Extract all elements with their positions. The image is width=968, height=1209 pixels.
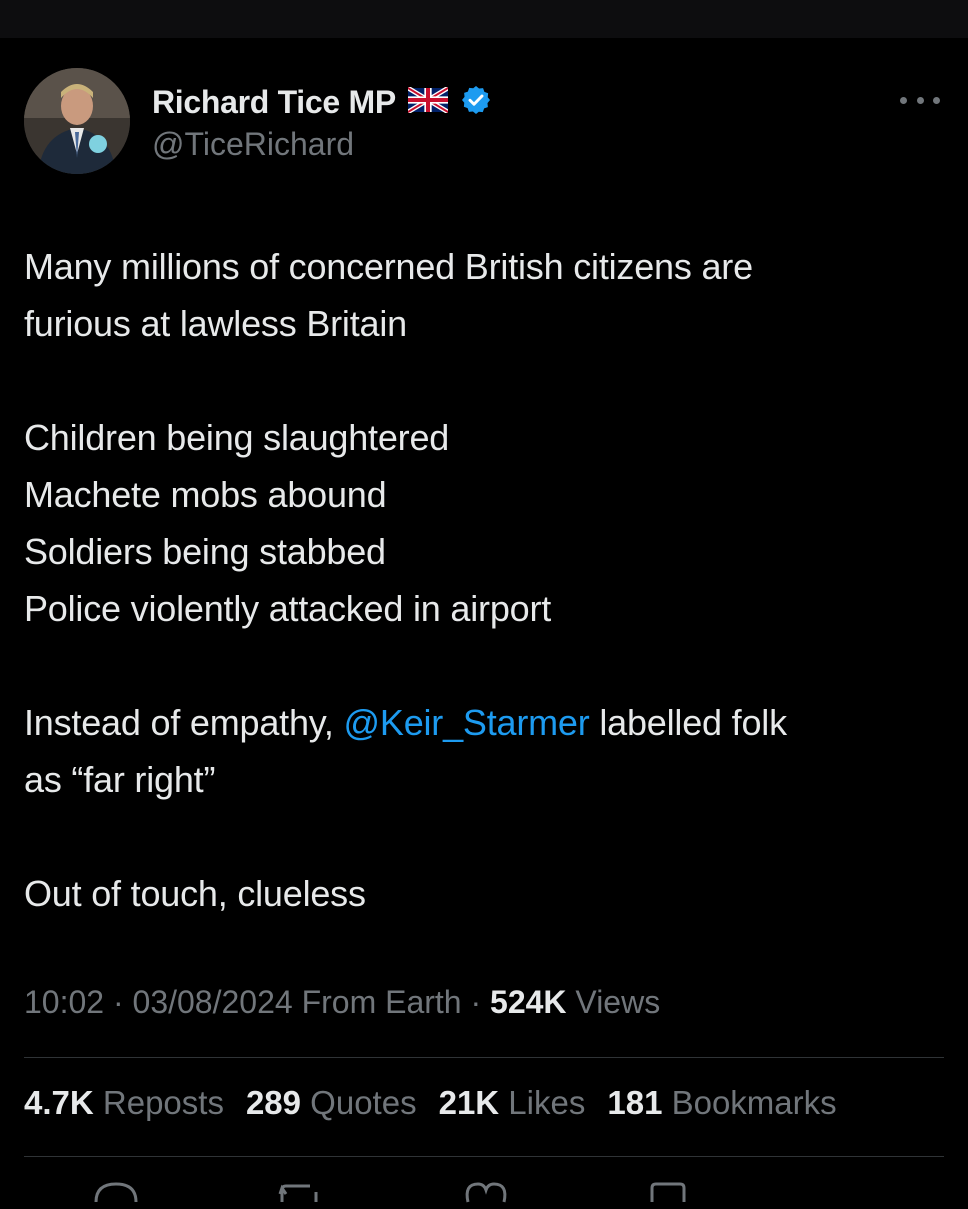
bookmark-icon[interactable] — [644, 1180, 692, 1209]
author-name[interactable]: Richard Tice MP — [152, 84, 396, 121]
tweet-date[interactable]: 03/08/2024 — [133, 984, 293, 1020]
engagement-stats: 4.7K Reposts 289 Quotes 21K Likes 181 Bo… — [24, 1084, 837, 1122]
tweet-time[interactable]: 10:02 — [24, 984, 104, 1020]
tweet-text-line: Police violently attacked in airport — [24, 588, 552, 629]
action-bar — [0, 1172, 968, 1203]
likes-count: 21K — [438, 1084, 500, 1121]
tweet-body: Many millions of concerned British citiz… — [24, 238, 944, 922]
reposts-stat[interactable]: 4.7K Reposts — [24, 1084, 224, 1122]
tweet-text-line: furious at lawless Britain — [24, 303, 407, 344]
author-handle[interactable]: @TiceRichard — [152, 126, 354, 163]
mention-link[interactable]: @Keir_Starmer — [344, 702, 590, 743]
quotes-stat[interactable]: 289 Quotes — [246, 1084, 417, 1122]
reposts-label: Reposts — [93, 1084, 224, 1121]
bookmarks-count: 181 — [607, 1084, 663, 1121]
avatar[interactable] — [24, 68, 130, 174]
quotes-count: 289 — [245, 1084, 302, 1121]
avatar-photo-icon — [24, 68, 130, 174]
separator: · — [104, 984, 133, 1020]
tweet-text-line: Many millions of concerned British citiz… — [24, 246, 753, 287]
likes-stat[interactable]: 21K Likes — [439, 1084, 586, 1122]
bookmarks-label: Bookmarks — [662, 1084, 837, 1121]
tweet-source: From Earth — [292, 984, 462, 1020]
divider — [24, 1057, 944, 1058]
text-segment: Instead of empathy, — [24, 702, 344, 743]
tweet-text-line: as “far right” — [24, 759, 216, 800]
divider — [24, 1156, 944, 1157]
quotes-label: Quotes — [301, 1084, 417, 1121]
likes-label: Likes — [499, 1084, 586, 1121]
paragraph: Many millions of concerned British citiz… — [24, 238, 944, 352]
uk-flag-icon — [406, 85, 450, 118]
tweet-text-line: Out of touch, clueless — [24, 873, 366, 914]
more-options-icon[interactable] — [900, 90, 940, 110]
separator: · — [461, 984, 491, 1020]
reposts-count: 4.7K — [24, 1084, 94, 1121]
reply-icon[interactable] — [92, 1180, 140, 1209]
like-icon[interactable] — [462, 1180, 510, 1209]
tweet-header: Richard Tice MP @TiceRichard — [24, 68, 944, 178]
status-bar — [0, 0, 968, 38]
paragraph: Children being slaughtered Machete mobs … — [24, 409, 944, 637]
tweet-text-line: Children being slaughtered — [24, 417, 450, 458]
repost-icon[interactable] — [276, 1180, 324, 1209]
tweet-text-line: Instead of empathy, @Keir_Starmer labell… — [24, 694, 944, 751]
bookmarks-stat[interactable]: 181 Bookmarks — [607, 1084, 836, 1122]
paragraph: Instead of empathy, @Keir_Starmer labell… — [24, 694, 944, 808]
tweet-metadata: 10:02 · 03/08/2024 From Earth · 524K Vie… — [24, 984, 660, 1021]
tweet-text-line: Soldiers being stabbed — [24, 531, 386, 572]
verified-badge-icon — [460, 84, 492, 121]
author-row: Richard Tice MP — [152, 82, 492, 122]
tweet-text-line: Machete mobs abound — [24, 474, 387, 515]
views-label: Views — [566, 984, 661, 1020]
views-count: 524K — [490, 984, 567, 1020]
text-segment: labelled folk — [589, 702, 787, 743]
paragraph: Out of touch, clueless — [24, 865, 944, 922]
